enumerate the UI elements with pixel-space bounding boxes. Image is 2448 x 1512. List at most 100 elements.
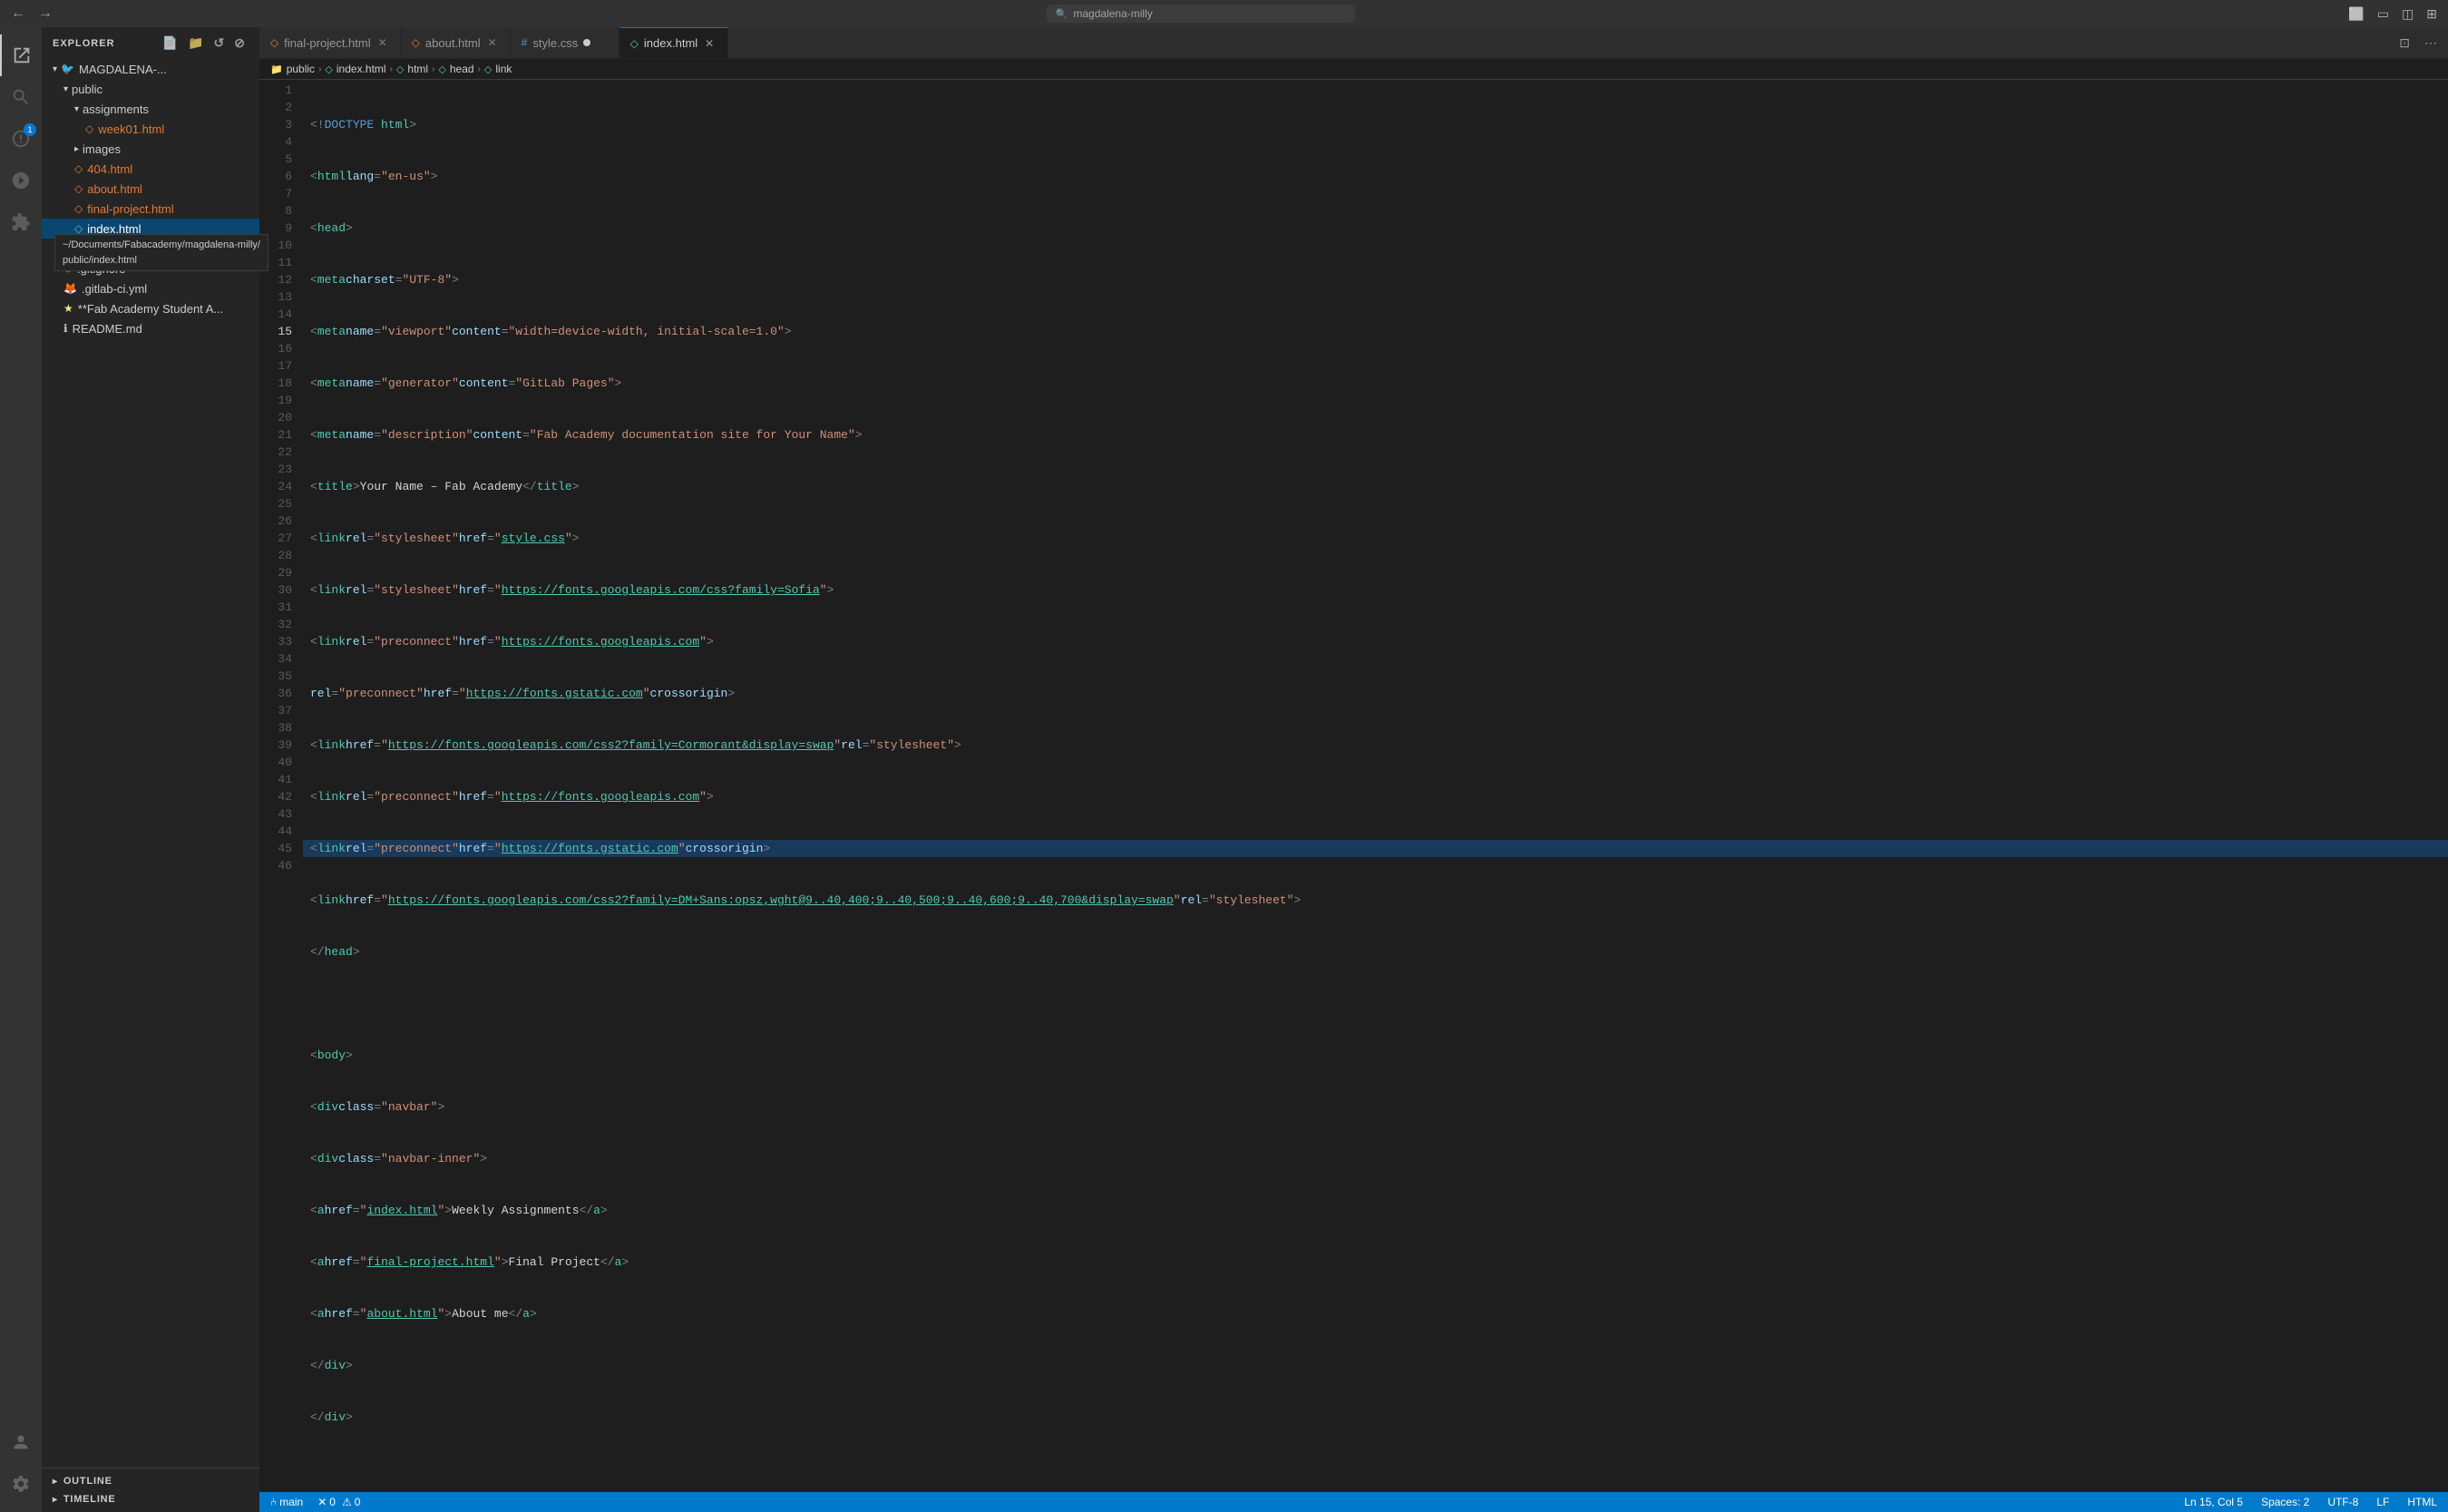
line-ending-label: LF bbox=[2376, 1496, 2389, 1508]
sidebar-item-final-project[interactable]: ◇ final-project.html bbox=[42, 199, 259, 219]
sidebar-item-readme[interactable]: ℹ README.md bbox=[42, 318, 259, 338]
breadcrumb: 📁 public › ◇ index.html › ◇ html › ◇ hea… bbox=[259, 59, 2448, 80]
code-line-18 bbox=[303, 995, 2448, 1012]
sidebar-item-public[interactable]: ▾ public bbox=[42, 79, 259, 99]
html-file-icon: ◇ bbox=[74, 162, 83, 175]
readme-label: README.md bbox=[73, 322, 142, 336]
errors-status[interactable]: ✕ 0 ⚠ 0 bbox=[314, 1496, 364, 1508]
nav-back-button[interactable]: ← bbox=[7, 4, 29, 24]
folder-icon: 📁 bbox=[270, 63, 283, 75]
breadcrumb-index-label: index.html bbox=[336, 63, 386, 75]
code-line-8: <title>Your Name – Fab Academy</title> bbox=[303, 478, 2448, 495]
outline-section[interactable]: ▸ OUTLINE bbox=[42, 1472, 259, 1490]
sidebar-header: EXPLORER 📄 📁 ↺ ⊘ bbox=[42, 27, 259, 59]
sidebar-item-images[interactable]: ▸ images bbox=[42, 139, 259, 159]
activity-extensions[interactable] bbox=[0, 201, 42, 243]
tab-bar: ◇ final-project.html ✕ ◇ about.html ✕ # … bbox=[259, 27, 2448, 59]
line-num-35: 35 bbox=[259, 668, 292, 685]
layout-icon-3[interactable]: ◫ bbox=[2398, 5, 2417, 24]
sidebar-item-week01[interactable]: ◇ week01.html bbox=[42, 119, 259, 139]
refresh-icon[interactable]: ↺ bbox=[211, 34, 229, 52]
activity-explorer[interactable] bbox=[0, 34, 42, 76]
breadcrumb-index[interactable]: ◇ index.html bbox=[325, 63, 385, 75]
cursor-position-status[interactable]: Ln 15, Col 5 bbox=[2180, 1496, 2247, 1508]
head-icon: ◇ bbox=[438, 63, 445, 75]
tab-close-index[interactable]: ✕ bbox=[703, 36, 716, 51]
line-num-7: 7 bbox=[259, 185, 292, 202]
sidebar-item-gitignore[interactable]: ⊙ .gitignore bbox=[42, 259, 259, 278]
collapse-icon[interactable]: ⊘ bbox=[231, 34, 249, 52]
breadcrumb-head-label: head bbox=[450, 63, 474, 75]
indentation-status[interactable]: Spaces: 2 bbox=[2258, 1496, 2313, 1508]
sidebar-item-gitlab-ci[interactable]: 🦊 .gitlab-ci.yml bbox=[42, 278, 259, 298]
more-actions-button[interactable]: ⋯ bbox=[2421, 34, 2441, 53]
git-badge: 1 bbox=[24, 123, 36, 136]
tab-style-css[interactable]: # style.css bbox=[511, 27, 619, 59]
editor-content[interactable]: 1 2 3 4 5 6 7 8 9 10 11 12 13 14 15 16 1… bbox=[259, 80, 2448, 1492]
code-editor[interactable]: <!DOCTYPE html> <html lang="en-us"> <hea… bbox=[303, 80, 2448, 1492]
code-line-6: <meta name="generator" content="GitLab P… bbox=[303, 375, 2448, 392]
sidebar-item-assignments[interactable]: ▾ assignments bbox=[42, 99, 259, 119]
code-line-7: <meta name="description" content="Fab Ac… bbox=[303, 426, 2448, 444]
sidebar-item-index[interactable]: ◇ index.html bbox=[42, 219, 259, 239]
sidebar-item-fab-academy[interactable]: ★ **Fab Academy Student A... bbox=[42, 298, 259, 318]
timeline-section[interactable]: ▸ TIMELINE bbox=[42, 1490, 259, 1508]
encoding-status[interactable]: UTF-8 bbox=[2324, 1496, 2362, 1508]
layout-icon-1[interactable]: ⬜ bbox=[2345, 5, 2367, 24]
chevron-right-icon: ▸ bbox=[53, 1495, 58, 1505]
code-line-2: <html lang="en-us"> bbox=[303, 168, 2448, 185]
layout-icon-4[interactable]: ⊞ bbox=[2423, 5, 2441, 24]
split-editor-button[interactable]: ⊡ bbox=[2395, 34, 2414, 53]
layout-icon-2[interactable]: ▭ bbox=[2374, 5, 2393, 24]
chevron-down-icon: ▾ bbox=[53, 64, 57, 74]
breadcrumb-sep-3: › bbox=[432, 64, 434, 74]
tab-close-about[interactable]: ✕ bbox=[486, 35, 499, 50]
line-num-26: 26 bbox=[259, 512, 292, 530]
index-label: index.html bbox=[87, 222, 141, 236]
tree-root[interactable]: ▾ 🐦 MAGDALENA-... bbox=[42, 59, 259, 79]
line-num-3: 3 bbox=[259, 116, 292, 133]
line-num-21: 21 bbox=[259, 426, 292, 444]
line-num-39: 39 bbox=[259, 736, 292, 754]
timeline-label: TIMELINE bbox=[63, 1494, 116, 1505]
line-num-11: 11 bbox=[259, 254, 292, 271]
sidebar-item-about[interactable]: ◇ about.html bbox=[42, 179, 259, 199]
title-bar: ← → 🔍 magdalena-milly ⬜ ▭ ◫ ⊞ bbox=[0, 0, 2448, 27]
line-num-41: 41 bbox=[259, 771, 292, 788]
breadcrumb-head[interactable]: ◇ head bbox=[438, 63, 473, 75]
tab-close-final-project[interactable]: ✕ bbox=[376, 35, 389, 50]
activity-debug[interactable] bbox=[0, 160, 42, 201]
tab-final-project[interactable]: ◇ final-project.html ✕ bbox=[259, 27, 401, 59]
sidebar-item-404[interactable]: ◇ 404.html bbox=[42, 159, 259, 179]
tab-about[interactable]: ◇ about.html ✕ bbox=[401, 27, 511, 59]
breadcrumb-public[interactable]: 📁 public bbox=[270, 63, 315, 75]
breadcrumb-link[interactable]: ◇ link bbox=[484, 63, 512, 75]
tab-final-project-label: final-project.html bbox=[284, 36, 370, 50]
line-num-32: 32 bbox=[259, 616, 292, 633]
sidebar-item-style[interactable]: # style.css bbox=[42, 239, 259, 259]
nav-forward-button[interactable]: → bbox=[34, 4, 56, 24]
activity-git[interactable]: 1 bbox=[0, 118, 42, 160]
git-branch-status[interactable]: ⑃ main bbox=[267, 1496, 307, 1508]
breadcrumb-link-label: link bbox=[495, 63, 512, 75]
activity-accounts[interactable] bbox=[0, 1421, 42, 1463]
line-num-37: 37 bbox=[259, 702, 292, 719]
activity-search[interactable] bbox=[0, 76, 42, 118]
search-input-box[interactable]: 🔍 magdalena-milly bbox=[1047, 5, 1355, 23]
new-folder-icon[interactable]: 📁 bbox=[185, 34, 207, 52]
language-status[interactable]: HTML bbox=[2404, 1496, 2441, 1508]
breadcrumb-html[interactable]: ◇ html bbox=[396, 63, 428, 75]
md-file-icon: ℹ bbox=[63, 322, 68, 335]
line-num-23: 23 bbox=[259, 461, 292, 478]
new-file-icon[interactable]: 📄 bbox=[160, 34, 181, 52]
code-line-15: <link rel="preconnect" href="https://fon… bbox=[303, 840, 2448, 857]
line-num-18: 18 bbox=[259, 375, 292, 392]
cursor-position-label: Ln 15, Col 5 bbox=[2184, 1496, 2243, 1508]
activity-settings[interactable] bbox=[0, 1463, 42, 1505]
line-ending-status[interactable]: LF bbox=[2373, 1496, 2393, 1508]
gitlab-ci-label: .gitlab-ci.yml bbox=[82, 282, 147, 296]
outline-label: OUTLINE bbox=[63, 1476, 112, 1487]
title-bar-right: ⬜ ▭ ◫ ⊞ bbox=[2345, 5, 2441, 24]
tab-index[interactable]: ◇ index.html ✕ bbox=[619, 27, 728, 59]
line-num-17: 17 bbox=[259, 357, 292, 375]
